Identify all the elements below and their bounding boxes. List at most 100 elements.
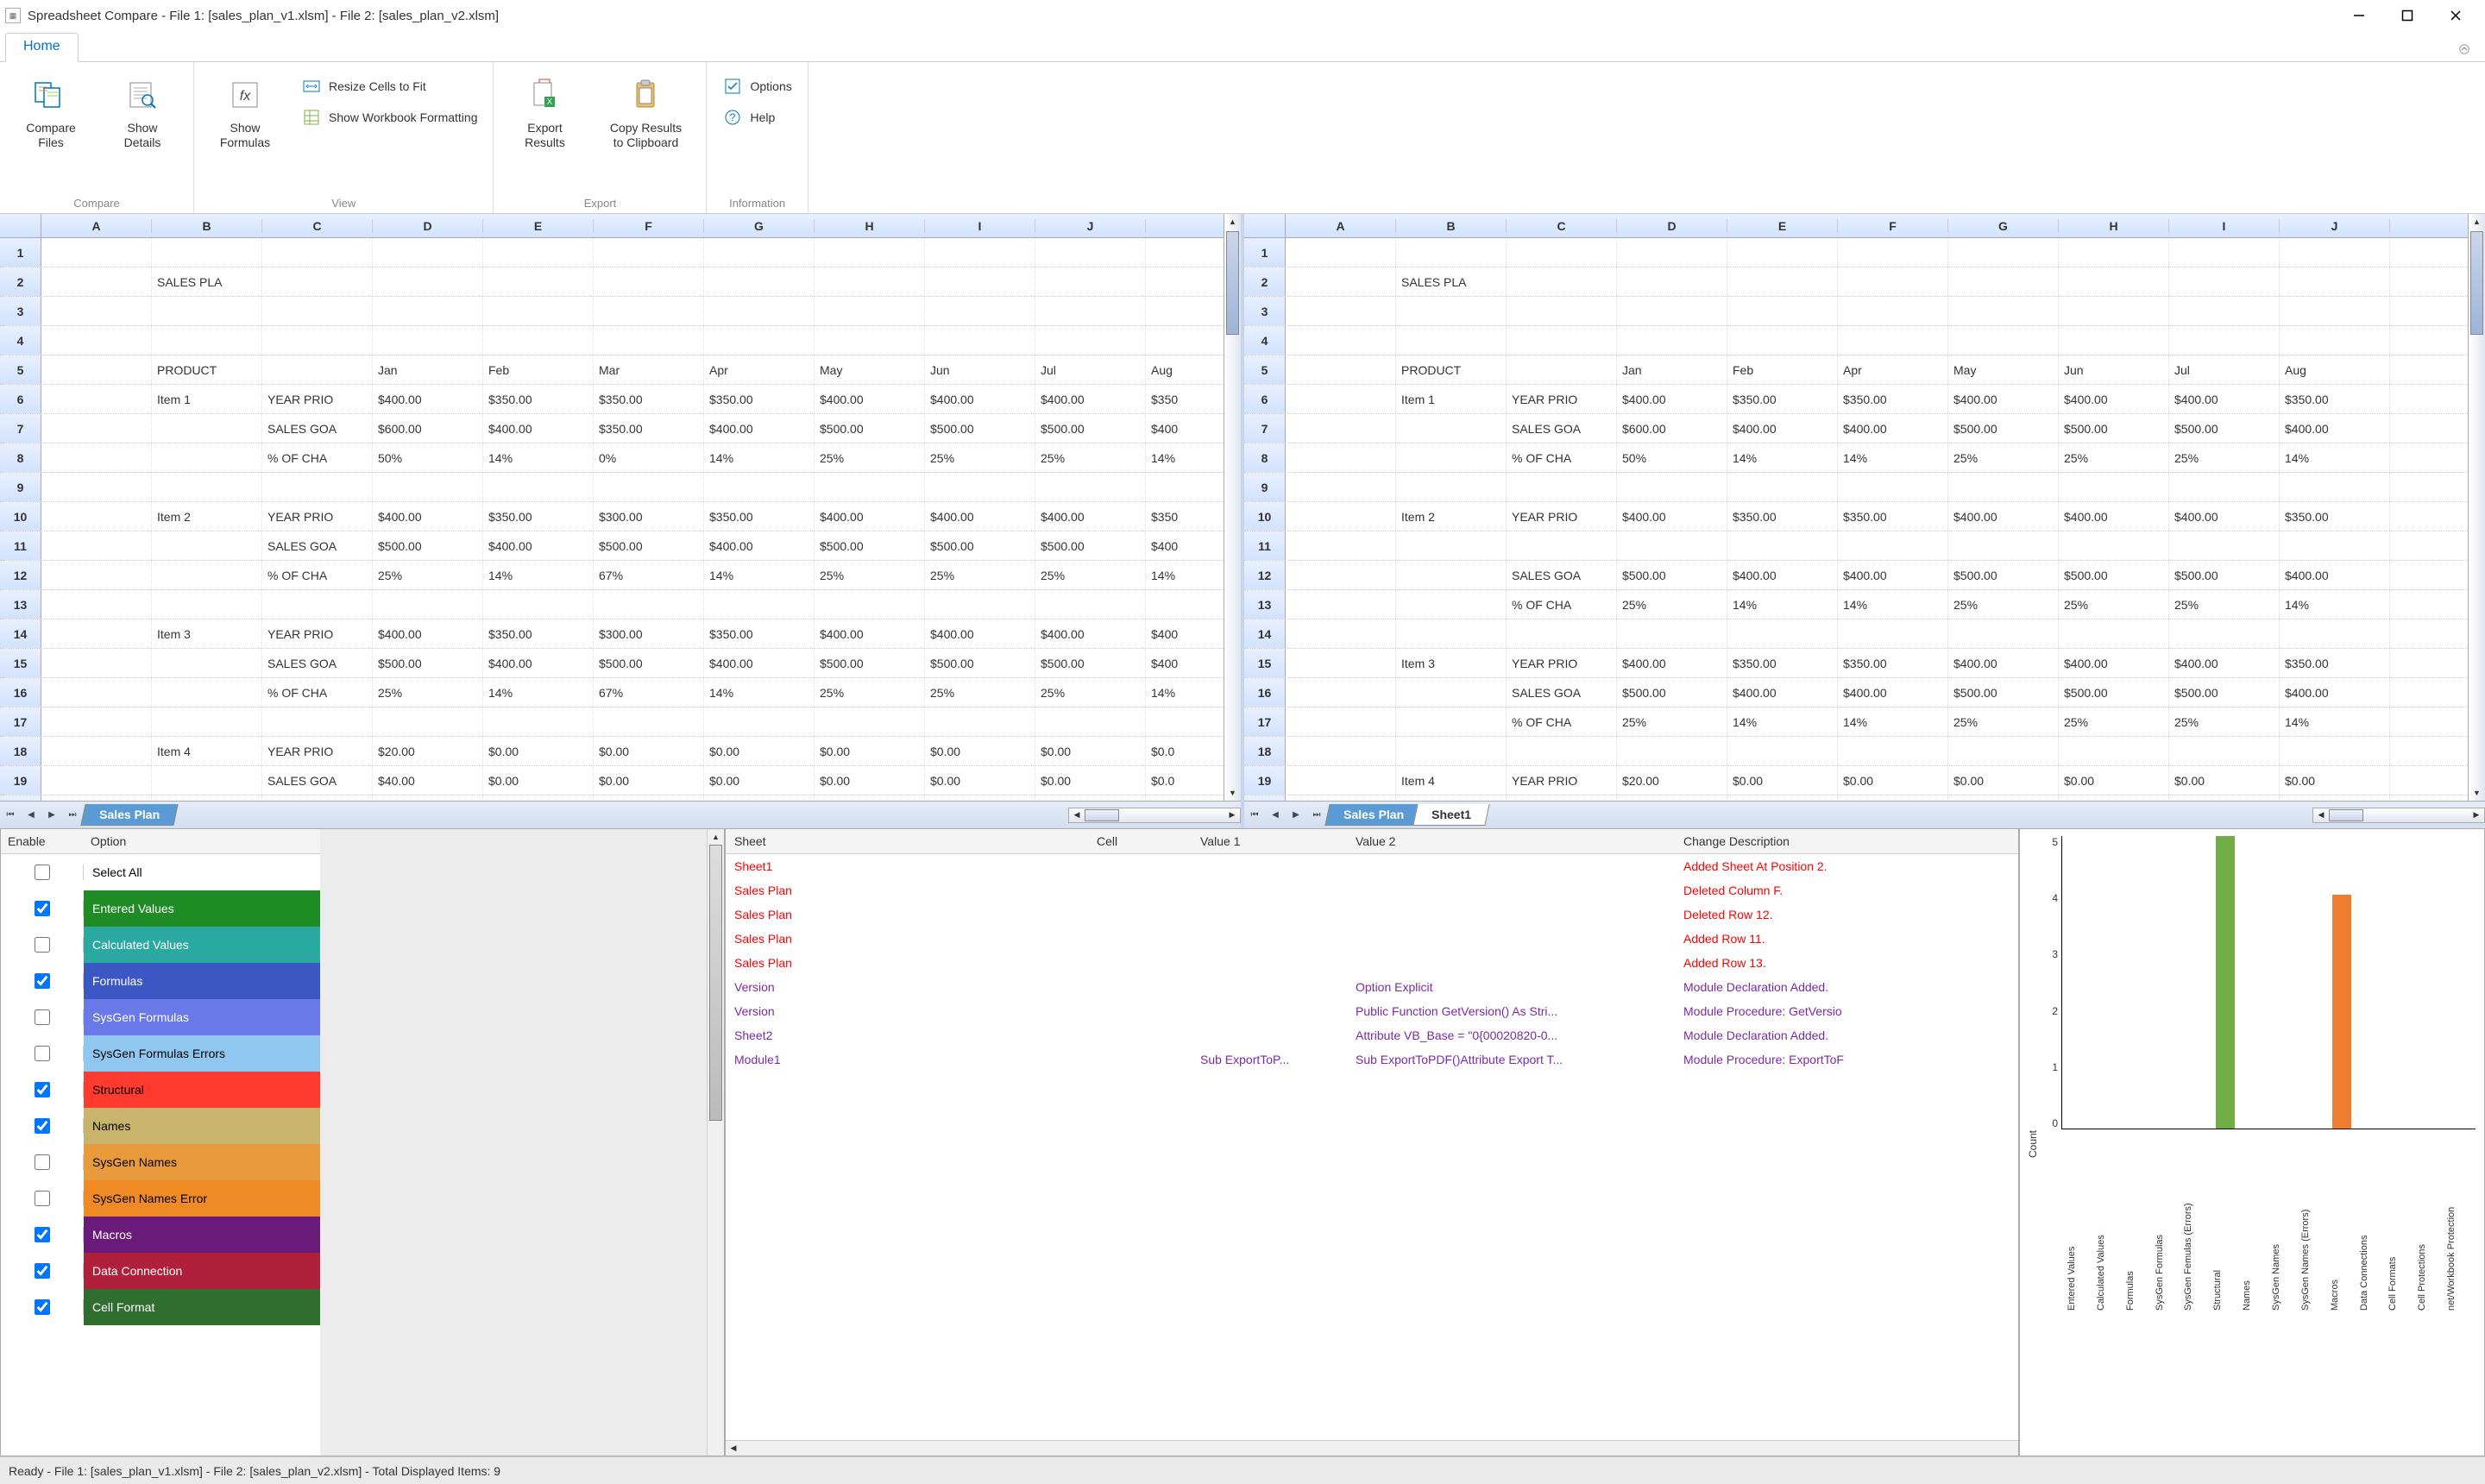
cell[interactable] [1286, 649, 1396, 677]
cell[interactable] [41, 443, 152, 472]
cell[interactable]: $500.00 [594, 531, 704, 560]
cell[interactable]: $0.00 [1838, 766, 1948, 795]
cell[interactable]: $350.00 [704, 385, 815, 413]
cell[interactable] [1286, 737, 1396, 765]
grid-right[interactable]: ABCDEFGHIJ12SALES PLA345PRODUCTJanFebApr… [1244, 214, 2468, 801]
vscroll-up-icon[interactable]: ▲ [2469, 214, 2485, 230]
cell[interactable] [1286, 267, 1396, 296]
cell[interactable] [1286, 297, 1396, 325]
cell[interactable]: 14% [704, 678, 815, 707]
cell[interactable] [41, 473, 152, 501]
cell[interactable] [41, 531, 152, 560]
cell[interactable]: $500.00 [1617, 678, 1727, 707]
cell[interactable]: $400.00 [373, 502, 483, 531]
cell[interactable]: $400.00 [1617, 385, 1727, 413]
cell[interactable] [1507, 531, 1617, 560]
cell[interactable]: $0.00 [925, 737, 1035, 765]
cell[interactable]: $0.00 [594, 737, 704, 765]
cell[interactable]: $400.00 [483, 531, 594, 560]
cell[interactable]: $350.00 [2280, 385, 2390, 413]
column-header[interactable]: A [1286, 219, 1396, 233]
cell[interactable]: Mar [594, 355, 704, 384]
row-header[interactable]: 10 [1244, 502, 1286, 531]
cell[interactable] [1035, 297, 1146, 325]
cell[interactable]: 25% [1617, 707, 1727, 736]
cell[interactable]: SALES GOA [1507, 414, 1617, 443]
cell[interactable]: $350.00 [2280, 649, 2390, 677]
cell[interactable]: $400.00 [1727, 414, 1838, 443]
cell[interactable] [152, 590, 262, 619]
diff-row[interactable]: Sales PlanAdded Row 13. [726, 951, 2018, 975]
cell[interactable]: Feb [1727, 355, 1838, 384]
cell[interactable]: $500.00 [2059, 561, 2169, 589]
row-header[interactable]: 9 [0, 473, 41, 501]
cell[interactable] [1727, 267, 1838, 296]
options-vscroll[interactable]: ▲ [707, 829, 724, 1456]
cell[interactable] [483, 473, 594, 501]
cell[interactable] [925, 590, 1035, 619]
column-header[interactable]: B [1396, 219, 1507, 233]
cell[interactable]: SALES GOA [262, 414, 373, 443]
cell[interactable]: % OF CHA [1507, 707, 1617, 736]
help-button[interactable]: ? Help [715, 104, 798, 131]
cell[interactable] [1286, 531, 1396, 560]
cell[interactable]: % OF CHA [262, 561, 373, 589]
cell[interactable]: Item 1 [1396, 385, 1507, 413]
option-label[interactable]: Data Connection [84, 1253, 320, 1289]
row-header[interactable]: 6 [0, 385, 41, 413]
cell[interactable]: SALES GOA [262, 649, 373, 677]
cell[interactable]: Jun [2059, 355, 2169, 384]
cell[interactable]: $0.0 [1146, 737, 1224, 765]
cell[interactable]: 14% [483, 443, 594, 472]
cell[interactable] [594, 590, 704, 619]
cell[interactable]: Jan [1617, 355, 1727, 384]
vscroll-right[interactable]: ▲ ▼ [2468, 214, 2485, 801]
tab-home[interactable]: Home [5, 33, 79, 62]
sheet-tab-salesplan-right[interactable]: Sales Plan [1324, 804, 1422, 826]
tabnav-last-icon[interactable]: ⏭ [1306, 805, 1327, 826]
cell[interactable]: $350.00 [2280, 502, 2390, 531]
cell[interactable]: PRODUCT [152, 355, 262, 384]
cell[interactable] [704, 297, 815, 325]
cell[interactable] [2059, 326, 2169, 355]
row-header[interactable]: 19 [0, 766, 41, 795]
column-header[interactable]: G [1948, 219, 2059, 233]
cell[interactable] [1286, 561, 1396, 589]
cell[interactable] [41, 385, 152, 413]
cell[interactable] [41, 561, 152, 589]
cell[interactable]: $400.00 [1838, 414, 1948, 443]
cell[interactable]: $400.00 [2169, 385, 2280, 413]
cell[interactable] [1146, 707, 1224, 736]
cell[interactable]: $350.00 [1727, 385, 1838, 413]
diff-row[interactable]: Module1Sub ExportToP...Sub ExportToPDF()… [726, 1047, 2018, 1072]
cell[interactable] [262, 238, 373, 267]
cell[interactable]: $400.00 [1617, 502, 1727, 531]
collapse-ribbon-button[interactable] [2449, 37, 2480, 61]
cell[interactable]: $400.00 [2059, 649, 2169, 677]
cell[interactable]: Item 2 [1396, 502, 1507, 531]
option-label[interactable]: Macros [84, 1217, 320, 1253]
cell[interactable]: $500.00 [925, 649, 1035, 677]
cell[interactable]: 14% [704, 561, 815, 589]
hscroll-right[interactable]: ◀ ▶ [2312, 808, 2485, 823]
cell[interactable]: Jul [1035, 355, 1146, 384]
column-header[interactable]: B [152, 219, 262, 233]
cell[interactable] [2169, 238, 2280, 267]
cell[interactable] [1727, 531, 1838, 560]
cell[interactable]: $400 [1146, 619, 1224, 648]
cell[interactable] [2059, 238, 2169, 267]
row-header[interactable]: 7 [1244, 414, 1286, 443]
cell[interactable] [594, 707, 704, 736]
column-header[interactable]: H [2059, 219, 2169, 233]
cell[interactable] [2169, 473, 2280, 501]
option-checkbox[interactable] [35, 1118, 50, 1134]
cell[interactable] [1396, 326, 1507, 355]
cell[interactable]: $500.00 [925, 531, 1035, 560]
cell[interactable] [704, 473, 815, 501]
cell[interactable]: $500.00 [2169, 678, 2280, 707]
cell[interactable] [594, 473, 704, 501]
cell[interactable]: $0.00 [1948, 766, 2059, 795]
cell[interactable] [483, 590, 594, 619]
cell[interactable] [152, 707, 262, 736]
cell[interactable]: $350 [1146, 502, 1224, 531]
